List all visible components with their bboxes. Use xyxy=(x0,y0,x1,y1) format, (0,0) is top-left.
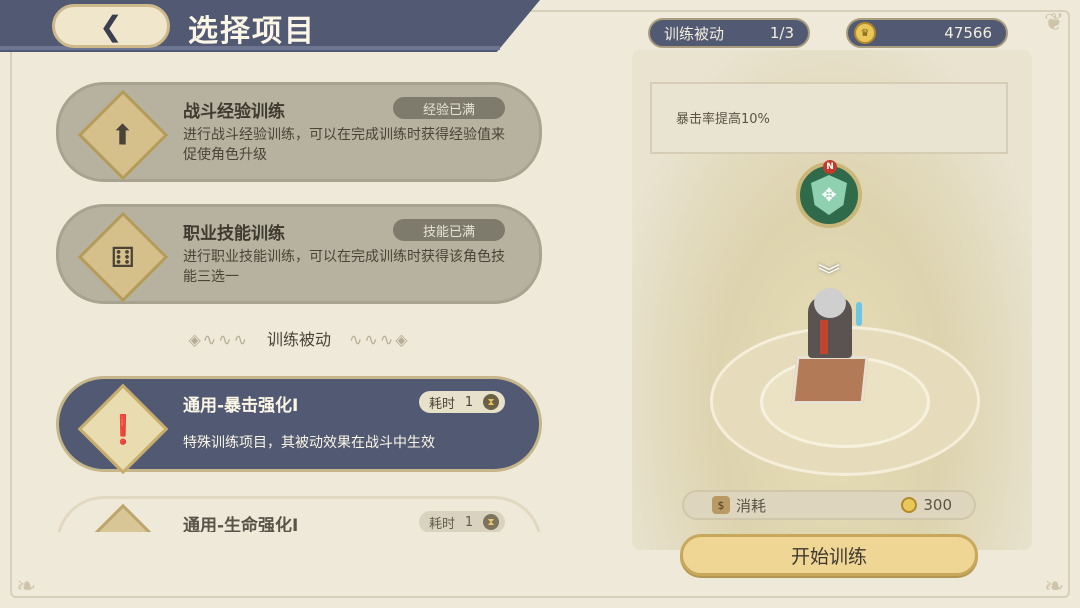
card-title: 通用-暴击强化I xyxy=(183,396,299,416)
time-value: 1 xyxy=(464,394,474,410)
character-hood xyxy=(814,288,846,318)
pedestal xyxy=(791,356,869,404)
crosshair-icon: ✥ xyxy=(811,175,847,215)
list-clip: ✺ 通用-生命强化I 耗时 1 ⧗ xyxy=(56,496,542,532)
card-desc: 特殊训练项目，其被动效果在战斗中生效 xyxy=(183,435,435,451)
cost-right: 300 xyxy=(901,496,952,514)
atom-icon: ✺ xyxy=(77,503,169,532)
time-badge: 耗时 1 ⧗ xyxy=(419,391,505,413)
start-training-button[interactable]: 开始训练 xyxy=(680,534,978,576)
card-title: 战斗经验训练 xyxy=(183,102,285,122)
corner-ornament-icon: ❧ xyxy=(15,572,37,600)
ornament-right-icon: ∿∿∿◈ xyxy=(349,330,410,349)
cost-left: $ 消耗 xyxy=(712,495,766,516)
ornament-left-icon: ◈∿∿∿ xyxy=(188,330,249,349)
corner-ornament-icon: ❧ xyxy=(1043,572,1065,600)
page-title: 选择项目 xyxy=(188,14,316,49)
corner-ornament-icon: ❦ xyxy=(1043,8,1065,36)
card-battle-exp[interactable]: ⬆ 战斗经验训练 经验已满 进行战斗经验训练，可以在完成训练时获得经验值来促使角… xyxy=(56,82,542,182)
training-counter-value: 1/3 xyxy=(769,24,794,42)
atom-exclaim-icon: ❗ xyxy=(77,383,169,475)
card-desc: 进行战斗经验训练，可以在完成训练时获得经验值来促使角色升级 xyxy=(183,127,505,163)
character-staff xyxy=(856,302,862,326)
card-job-skill[interactable]: ⚅ 职业技能训练 技能已满 进行职业技能训练，可以在完成训练时获得该角色技能三选… xyxy=(56,204,542,304)
training-counter: 训练被动 1/3 xyxy=(648,18,810,48)
coin-icon xyxy=(901,497,918,513)
character-sash xyxy=(820,320,828,354)
card-title: 职业技能训练 xyxy=(183,224,285,244)
card-desc: 进行职业技能训练，可以在完成训练时获得该角色技能三选一 xyxy=(183,249,505,285)
card-title: 通用-生命强化I xyxy=(183,516,299,532)
time-label: 耗时 xyxy=(429,396,456,412)
back-button[interactable]: ❮ xyxy=(52,4,170,48)
dice-icon: ⚅ xyxy=(77,211,169,303)
money-bag-icon: $ xyxy=(712,496,730,514)
hourglass-icon: ⧗ xyxy=(482,514,499,530)
cost-bar: $ 消耗 300 xyxy=(682,490,976,520)
status-badge: 技能已满 xyxy=(393,219,505,241)
cost-label: 消耗 xyxy=(736,496,767,515)
time-badge: 耗时 1 ⧗ xyxy=(419,511,505,532)
chevron-down-icon: ︾ xyxy=(818,264,841,289)
back-arrow-icon: ❮ xyxy=(99,9,123,43)
shield-n-badge: N xyxy=(823,160,837,174)
time-label: 耗时 xyxy=(429,516,456,532)
training-counter-label: 训练被动 xyxy=(664,24,725,43)
cost-value: 300 xyxy=(923,496,952,514)
section-title: 训练被动 xyxy=(266,330,331,349)
crown-coin-icon: ♛ xyxy=(854,22,876,44)
buff-text: 暴击率提高10% xyxy=(676,112,770,127)
status-badge: 经验已满 xyxy=(393,97,505,119)
card-crit-boost[interactable]: ❗ 通用-暴击强化I 耗时 1 ⧗ 特殊训练项目，其被动效果在战斗中生效 xyxy=(56,376,542,475)
hourglass-icon: ⧗ xyxy=(482,394,499,410)
section-header: ◈∿∿∿ 训练被动 ∿∿∿◈ xyxy=(56,326,542,350)
card-hp-boost[interactable]: ✺ 通用-生命强化I 耗时 1 ⧗ xyxy=(56,496,542,532)
gold-counter: ♛ 47566 xyxy=(846,18,1008,48)
gold-amount: 47566 xyxy=(944,24,992,42)
level-up-icon: ⬆ xyxy=(77,89,169,181)
time-value: 1 xyxy=(464,514,474,530)
